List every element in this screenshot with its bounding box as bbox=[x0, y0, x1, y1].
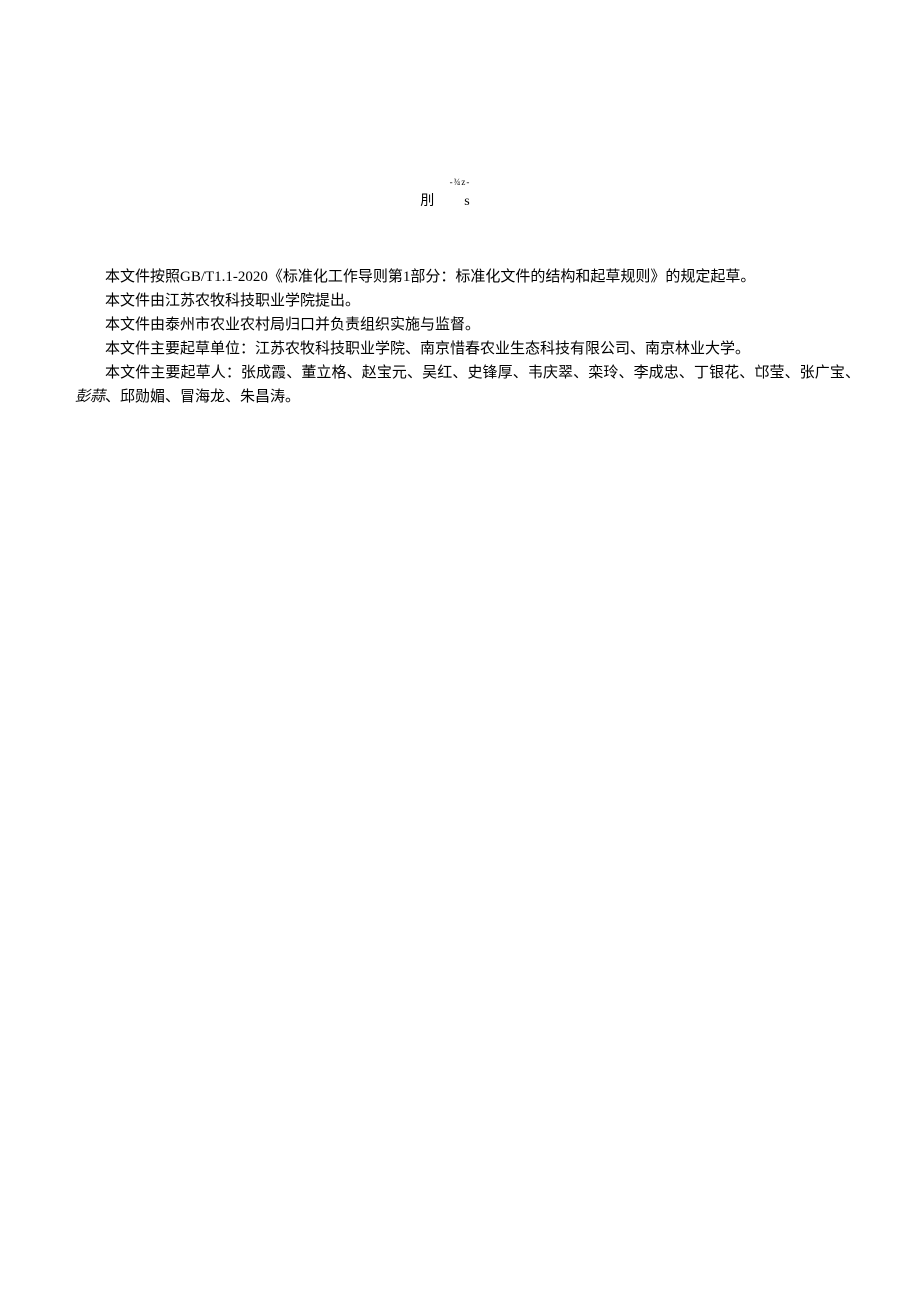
document-body: 本文件按照GB/T1.1-2020《标准化工作导则第1部分：标准化文件的结构和起… bbox=[75, 265, 860, 409]
decoration-right-char: s bbox=[464, 194, 499, 209]
paragraph-proposer: 本文件由江苏农牧科技职业学院提出。 bbox=[75, 289, 860, 313]
drafters-text-part2: 、邱勋媚、冒海龙、朱昌涛。 bbox=[105, 389, 300, 405]
paragraph-drafters: 本文件主要起草人：张成霞、董立格、赵宝元、吴红、史锋厚、韦庆翠、栾玲、李成忠、丁… bbox=[75, 361, 860, 409]
paragraph-drafting-standard: 本文件按照GB/T1.1-2020《标准化工作导则第1部分：标准化文件的结构和起… bbox=[75, 265, 860, 289]
drafters-text-part1: 本文件主要起草人：张成霞、董立格、赵宝元、吴红、史锋厚、韦庆翠、栾玲、李成忠、丁… bbox=[105, 365, 860, 381]
paragraph-drafting-units: 本文件主要起草单位：江苏农牧科技职业学院、南京惜春农业生态科技有限公司、南京林业… bbox=[75, 337, 860, 361]
decoration-left-char: 刖 bbox=[420, 194, 464, 209]
decoration-top-mark: -¾z- bbox=[0, 175, 920, 189]
header-decoration: -¾z- 刖s bbox=[0, 175, 920, 214]
drafter-italic-name: 彭蒜 bbox=[75, 389, 105, 405]
paragraph-jurisdiction: 本文件由泰州市农业农村局归口并负责组织实施与监督。 bbox=[75, 313, 860, 337]
decoration-main: 刖s bbox=[0, 191, 920, 213]
